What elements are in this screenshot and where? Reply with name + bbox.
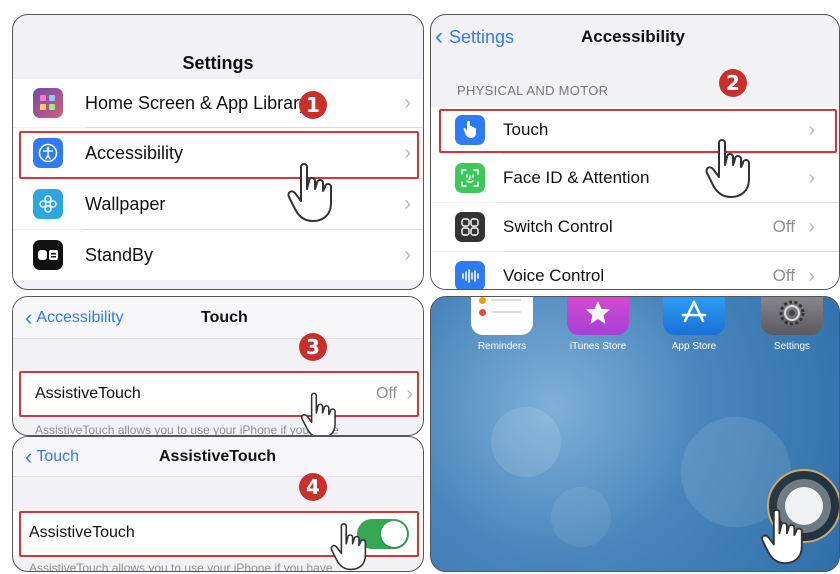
settings-panel: Settings Home Screen & App Library › Acc… [12,14,424,290]
accessibility-row-switch-control[interactable]: Switch Control Off › [431,203,839,251]
app-label: iTunes Store [569,341,627,352]
itunes-store-icon [567,297,629,335]
app-label: Reminders [477,341,527,352]
bokeh [551,487,611,547]
step-badge: 4 [299,473,327,501]
app-itunes-store[interactable]: iTunes Store [561,297,635,352]
chevron-right-icon: › [808,166,815,189]
highlight-box [19,131,419,179]
back-button[interactable]: ‹ Touch [25,446,79,468]
app-label: App Store [671,341,717,352]
footer-text: AssistiveTouch allows you to use your iP… [35,423,339,436]
pointing-hand-icon [705,139,750,198]
nav-title: AssistiveTouch [159,448,277,465]
row-label: Home Screen & App Library [85,92,309,113]
footer-text: AssistiveTouch allows you to use your iP… [29,561,333,572]
row-value: Off [772,266,795,285]
accessibility-panel: ‹ Settings Accessibility PHYSICAL AND MO… [430,14,840,290]
row-value: Off [772,217,795,236]
settings-row-wallpaper[interactable]: Wallpaper › [13,179,423,229]
settings-row-home-screen[interactable]: Home Screen & App Library › [13,79,423,127]
home-screen-panel: Reminders iTunes Store App Store Setting… [430,296,840,572]
assistivetouch-panel: ‹ Touch AssistiveTouch 4 AssistiveTouch … [12,436,424,572]
settings-title: Settings [182,53,254,73]
row-label: Switch Control [503,217,613,236]
app-label: Settings [773,341,811,352]
pointing-hand-icon [287,163,332,222]
pointing-hand-icon [761,509,803,565]
switch-control-icon [455,212,485,242]
chevron-right-icon: › [808,264,815,287]
nav-bar: ‹ Settings Accessibility [431,15,839,61]
standby-icon [33,240,63,270]
section-header: PHYSICAL AND MOTOR [457,83,609,98]
app-settings[interactable]: Settings [757,297,827,352]
chevron-left-icon: ‹ [25,305,33,330]
nav-title: Touch [201,309,248,326]
highlight-box [19,371,419,417]
face-id-icon [455,163,485,193]
chevron-right-icon: › [404,243,411,266]
accessibility-row-face-id[interactable]: Face ID & Attention › [431,154,839,202]
nav-bar: ‹ Touch AssistiveTouch [13,437,423,477]
accessibility-row-voice-control[interactable]: Voice Control Off › [431,252,839,289]
settings-gear-icon [761,297,823,335]
step-badge: 1 [299,91,327,119]
back-button[interactable]: ‹ Settings [435,25,514,49]
settings-row-standby[interactable]: StandBy › [13,230,423,280]
chevron-right-icon: › [404,192,411,215]
app-store-icon [663,297,725,335]
row-label: StandBy [85,244,154,265]
app-reminders[interactable]: Reminders [469,297,535,352]
reminders-icon [471,297,533,335]
nav-bar: ‹ Accessibility Touch [13,297,423,339]
step-badge: 2 [719,69,747,97]
app-app-store[interactable]: App Store [659,297,729,352]
home-screen-icon [33,88,63,118]
chevron-left-icon: ‹ [25,444,33,469]
touch-panel: ‹ Accessibility Touch 3 AssistiveTouch O… [12,296,424,436]
row-label: Face ID & Attention [503,168,650,187]
voice-control-icon [455,261,485,289]
nav-title: Accessibility [581,27,685,46]
chevron-right-icon: › [808,215,815,238]
bokeh [491,407,561,477]
row-label: Voice Control [503,266,605,285]
back-button[interactable]: ‹ Accessibility [25,307,123,329]
chevron-left-icon: ‹ [435,23,443,50]
row-label: Wallpaper [85,193,166,214]
highlight-box [439,109,837,153]
pointing-hand-icon [301,392,336,435]
chevron-right-icon: › [404,91,411,114]
step-badge: 3 [299,333,327,361]
pointing-hand-icon [330,523,367,571]
wallpaper-icon [33,189,63,219]
